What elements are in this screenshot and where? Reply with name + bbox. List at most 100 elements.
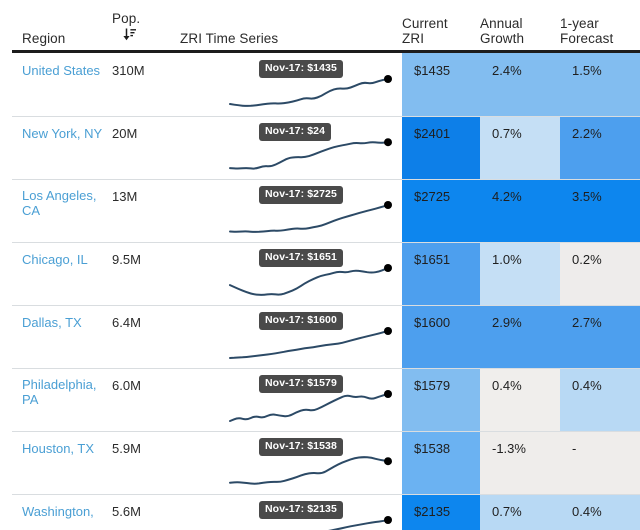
zri-table-app: Region Pop. ZRI Time Series Current ZRI … — [0, 0, 640, 530]
cell-sparkline[interactable]: Nov-17: $2135 — [180, 494, 402, 530]
cell-forecast: 3.5% — [560, 179, 640, 242]
table-row[interactable]: Chicago, IL 9.5M Nov-17: $1651 $1651 1.0% 0.2… — [0, 242, 640, 305]
cell-current-zri-value: $2401 — [414, 126, 451, 141]
sparkline-path — [328, 519, 389, 530]
cell-current-zri-value: $1651 — [414, 252, 451, 267]
cell-current-zri: $1579 — [402, 368, 480, 431]
column-header-annual-growth[interactable]: Annual Growth — [480, 16, 560, 46]
sparkline-endpoint-dot — [384, 201, 392, 209]
cell-annual-growth: 2.4% — [480, 53, 560, 116]
cell-forecast-value: 0.4% — [572, 504, 602, 519]
cell-current-zri-value: $1538 — [414, 441, 451, 456]
region-link-line1: Los Angeles, — [22, 188, 97, 203]
population-value: 20M — [112, 126, 138, 141]
column-header-region[interactable]: Region — [0, 31, 112, 46]
sparkline-path — [229, 267, 389, 296]
sparkline-endpoint-dot — [384, 264, 392, 272]
sparkline-endpoint-dot — [384, 516, 392, 524]
cell-sparkline[interactable]: Nov-17: $1651 — [180, 242, 402, 305]
cell-forecast: - — [560, 431, 640, 494]
cell-annual-growth-value: 0.7% — [492, 504, 522, 519]
cell-forecast-value: - — [572, 441, 577, 456]
region-link[interactable]: New York, NY — [22, 126, 102, 141]
cell-forecast-value: 0.4% — [572, 378, 602, 393]
column-header-annual-growth-line1: Annual — [480, 16, 523, 31]
column-header-pop-label: Pop. — [112, 11, 141, 26]
cell-current-zri: $1435 — [402, 53, 480, 116]
region-link[interactable]: Houston, TX — [22, 441, 94, 456]
cell-population: 6.0M — [112, 368, 180, 431]
cell-forecast-value: 2.7% — [572, 315, 602, 330]
cell-annual-growth-value: 4.2% — [492, 189, 522, 204]
column-header-forecast-line2: Forecast — [560, 31, 614, 46]
cell-region: Los Angeles, CA — [0, 179, 112, 242]
cell-forecast-value: 1.5% — [572, 63, 602, 78]
cell-population: 9.5M — [112, 242, 180, 305]
column-header-current-zri[interactable]: Current ZRI — [402, 16, 480, 46]
table-row[interactable]: Dallas, TX 6.4M Nov-17: $1600 $1600 2.9% 2.7% — [0, 305, 640, 368]
table-row[interactable]: Washington, 5.6M Nov-17: $2135 $2135 0.7% 0.4… — [0, 494, 640, 530]
cell-annual-growth: 0.7% — [480, 494, 560, 530]
sparkline-tooltip: Nov-17: $1600 — [259, 312, 343, 330]
column-header-time-series: ZRI Time Series — [180, 31, 402, 46]
sparkline-path — [229, 141, 389, 170]
cell-population: 310M — [112, 53, 180, 116]
cell-forecast: 0.4% — [560, 368, 640, 431]
column-header-current-zri-line2: ZRI — [402, 31, 425, 46]
cell-current-zri: $1600 — [402, 305, 480, 368]
region-link[interactable]: Chicago, IL — [22, 252, 88, 267]
table-row[interactable]: Houston, TX 5.9M Nov-17: $1538 $1538 -1.3% - — [0, 431, 640, 494]
cell-sparkline[interactable]: Nov-17: $1579 — [180, 368, 402, 431]
cell-current-zri-value: $1600 — [414, 315, 451, 330]
cell-forecast: 2.7% — [560, 305, 640, 368]
sparkline-tooltip: Nov-17: $1435 — [259, 60, 343, 78]
cell-region: Washington, — [0, 494, 112, 530]
sparkline-endpoint-dot — [384, 327, 392, 335]
cell-annual-growth: 2.9% — [480, 305, 560, 368]
cell-annual-growth: 4.2% — [480, 179, 560, 242]
cell-annual-growth-value: 1.0% — [492, 252, 522, 267]
cell-region: New York, NY — [0, 116, 112, 179]
table-header: Region Pop. ZRI Time Series Current ZRI … — [0, 0, 640, 50]
region-link-line1: Philadelphia, — [22, 377, 97, 392]
sparkline-endpoint-dot — [384, 138, 392, 147]
cell-sparkline[interactable]: Nov-17: $24 — [180, 116, 402, 179]
table-row[interactable]: Philadelphia, PA 6.0M Nov-17: $1579 $1579 0.4… — [0, 368, 640, 431]
cell-annual-growth-value: 0.4% — [492, 378, 522, 393]
region-link[interactable]: Los Angeles, CA — [22, 188, 112, 218]
cell-population: 20M — [112, 116, 180, 179]
cell-region: United States — [0, 53, 112, 116]
cell-population: 5.6M — [112, 494, 180, 530]
sparkline-path — [229, 330, 389, 359]
column-header-forecast[interactable]: 1-year Forecast — [560, 16, 640, 46]
sparkline-tooltip: Nov-17: $1651 — [259, 249, 343, 267]
table-row[interactable]: United States 310M Nov-17: $1435 $1435 2.4% 1… — [0, 53, 640, 116]
cell-population: 6.4M — [112, 305, 180, 368]
cell-sparkline[interactable]: Nov-17: $1435 — [180, 53, 402, 116]
cell-sparkline[interactable]: Nov-17: $1600 — [180, 305, 402, 368]
region-link[interactable]: Philadelphia, PA — [22, 377, 112, 407]
region-link[interactable]: United States — [22, 63, 100, 78]
table-row[interactable]: Los Angeles, CA 13M Nov-17: $2725 $2725 4.2% 3… — [0, 179, 640, 242]
population-value: 310M — [112, 63, 145, 78]
cell-forecast: 0.4% — [560, 494, 640, 530]
sparkline-path — [229, 456, 389, 485]
column-header-pop[interactable]: Pop. — [112, 11, 180, 46]
cell-forecast: 0.2% — [560, 242, 640, 305]
cell-current-zri-value: $1579 — [414, 378, 451, 393]
cell-annual-growth: -1.3% — [480, 431, 560, 494]
cell-sparkline[interactable]: Nov-17: $1538 — [180, 431, 402, 494]
cell-current-zri-value: $2725 — [414, 189, 451, 204]
cell-population: 13M — [112, 179, 180, 242]
sort-descending-icon[interactable] — [121, 27, 137, 46]
table-row[interactable]: New York, NY 20M Nov-17: $24 $2401 0.7% 2.2% — [0, 116, 640, 179]
cell-region: Chicago, IL — [0, 242, 112, 305]
column-header-time-series-label: ZRI Time Series — [180, 31, 279, 46]
population-value: 5.9M — [112, 441, 141, 456]
cell-annual-growth: 0.7% — [480, 116, 560, 179]
table-body: United States 310M Nov-17: $1435 $1435 2.4% 1… — [0, 53, 640, 530]
cell-current-zri: $1651 — [402, 242, 480, 305]
cell-sparkline[interactable]: Nov-17: $2725 — [180, 179, 402, 242]
region-link[interactable]: Dallas, TX — [22, 315, 82, 330]
region-link[interactable]: Washington, — [22, 504, 94, 519]
